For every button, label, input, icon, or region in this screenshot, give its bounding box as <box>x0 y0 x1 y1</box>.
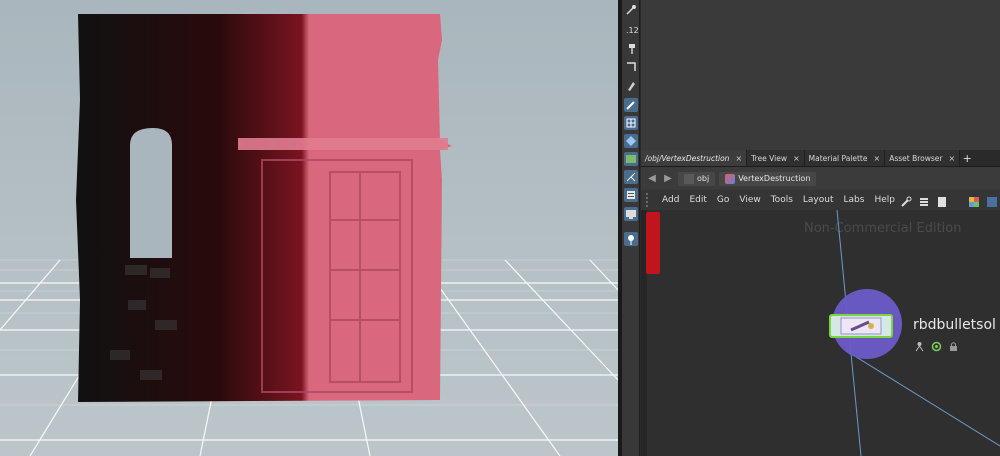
back-arrow-icon[interactable]: ◀ <box>646 173 658 185</box>
svg-text:.12: .12 <box>626 26 638 35</box>
arched-window <box>130 128 172 258</box>
close-icon[interactable]: × <box>735 154 742 163</box>
tab-material-palette[interactable]: Material Palette × <box>804 150 886 166</box>
menu-view[interactable]: View <box>734 195 765 205</box>
network-menu-bar: Add Edit Go View Tools Layout Labs Help <box>641 190 1000 210</box>
menu-tools[interactable]: Tools <box>766 195 798 205</box>
network-view-icon[interactable] <box>986 193 998 207</box>
panel-icon[interactable] <box>624 188 638 202</box>
forward-arrow-icon[interactable]: ▶ <box>662 173 674 185</box>
menu-labs[interactable]: Labs <box>839 195 870 205</box>
network-canvas[interactable]: Non-Commercial Edition rbdbulletsol <box>641 210 1000 456</box>
list-icon[interactable] <box>918 193 930 206</box>
wire-lines <box>836 210 1000 456</box>
drag-handle[interactable] <box>646 193 654 207</box>
path-segment-root[interactable]: obj <box>678 171 716 186</box>
color-grid-icon[interactable] <box>968 193 980 207</box>
scene-viewport[interactable] <box>0 0 618 456</box>
lock-icon[interactable] <box>948 337 959 351</box>
person-icon[interactable] <box>914 337 925 352</box>
object-icon <box>725 173 736 184</box>
node-flags <box>914 337 959 352</box>
frame-icon[interactable] <box>624 60 638 74</box>
tab-vertexdestruction[interactable]: /obj/VertexDestruction × <box>641 150 748 166</box>
tab-tree-view[interactable]: Tree View × <box>747 150 805 166</box>
viewport-toolbar: .12 <box>622 0 640 456</box>
wrench-icon[interactable] <box>900 193 912 207</box>
skeleton-icon[interactable] <box>624 170 638 184</box>
tab-label: Asset Browser <box>889 153 943 163</box>
path-bar: ◀ ▶ obj VertexDestruction <box>641 168 1000 189</box>
viewport-scene <box>0 14 618 456</box>
snap-icon[interactable]: .12 <box>624 22 638 36</box>
pin-icon[interactable] <box>624 232 638 246</box>
display-flag-icon[interactable] <box>931 337 942 352</box>
upper-pane <box>641 0 1000 150</box>
path-current-label: VertexDestruction <box>738 174 811 183</box>
rbd-solver-icon <box>840 317 882 335</box>
right-pane: /obj/VertexDestruction × Tree View × Mat… <box>641 0 1000 456</box>
folder-icon <box>684 173 694 184</box>
menu-go[interactable]: Go <box>712 195 734 205</box>
menu-add[interactable]: Add <box>657 195 684 205</box>
handle-icon[interactable] <box>624 3 638 17</box>
menu-layout[interactable]: Layout <box>798 195 839 205</box>
menu-help[interactable]: Help <box>869 195 900 205</box>
wall-ledge <box>238 138 448 150</box>
add-tab-button[interactable]: + <box>960 150 974 166</box>
ghost-icon[interactable] <box>624 79 638 93</box>
tab-label: Material Palette <box>808 153 868 163</box>
hammer-icon[interactable] <box>624 41 638 55</box>
image-icon[interactable] <box>624 152 638 166</box>
tab-asset-browser[interactable]: Asset Browser × <box>885 150 961 166</box>
diamond-icon[interactable] <box>624 134 638 148</box>
rbd-solver-node[interactable] <box>829 314 893 338</box>
display-icon[interactable] <box>624 207 638 221</box>
close-icon[interactable]: × <box>793 154 800 163</box>
tab-label: Tree View <box>751 153 787 163</box>
brush-icon[interactable] <box>624 98 638 112</box>
grid-select-icon[interactable] <box>624 116 638 130</box>
path-root-label: obj <box>697 174 710 183</box>
close-icon[interactable]: × <box>948 154 955 163</box>
menu-edit[interactable]: Edit <box>684 195 711 205</box>
pane-tab-bar: /obj/VertexDestruction × Tree View × Mat… <box>641 150 1000 167</box>
path-segment-current[interactable]: VertexDestruction <box>719 171 817 186</box>
table-icon[interactable] <box>936 193 948 207</box>
close-icon[interactable]: × <box>873 154 880 163</box>
tab-label: /obj/VertexDestruction <box>645 153 730 163</box>
node-name[interactable]: rbdbulletsol <box>913 317 996 333</box>
